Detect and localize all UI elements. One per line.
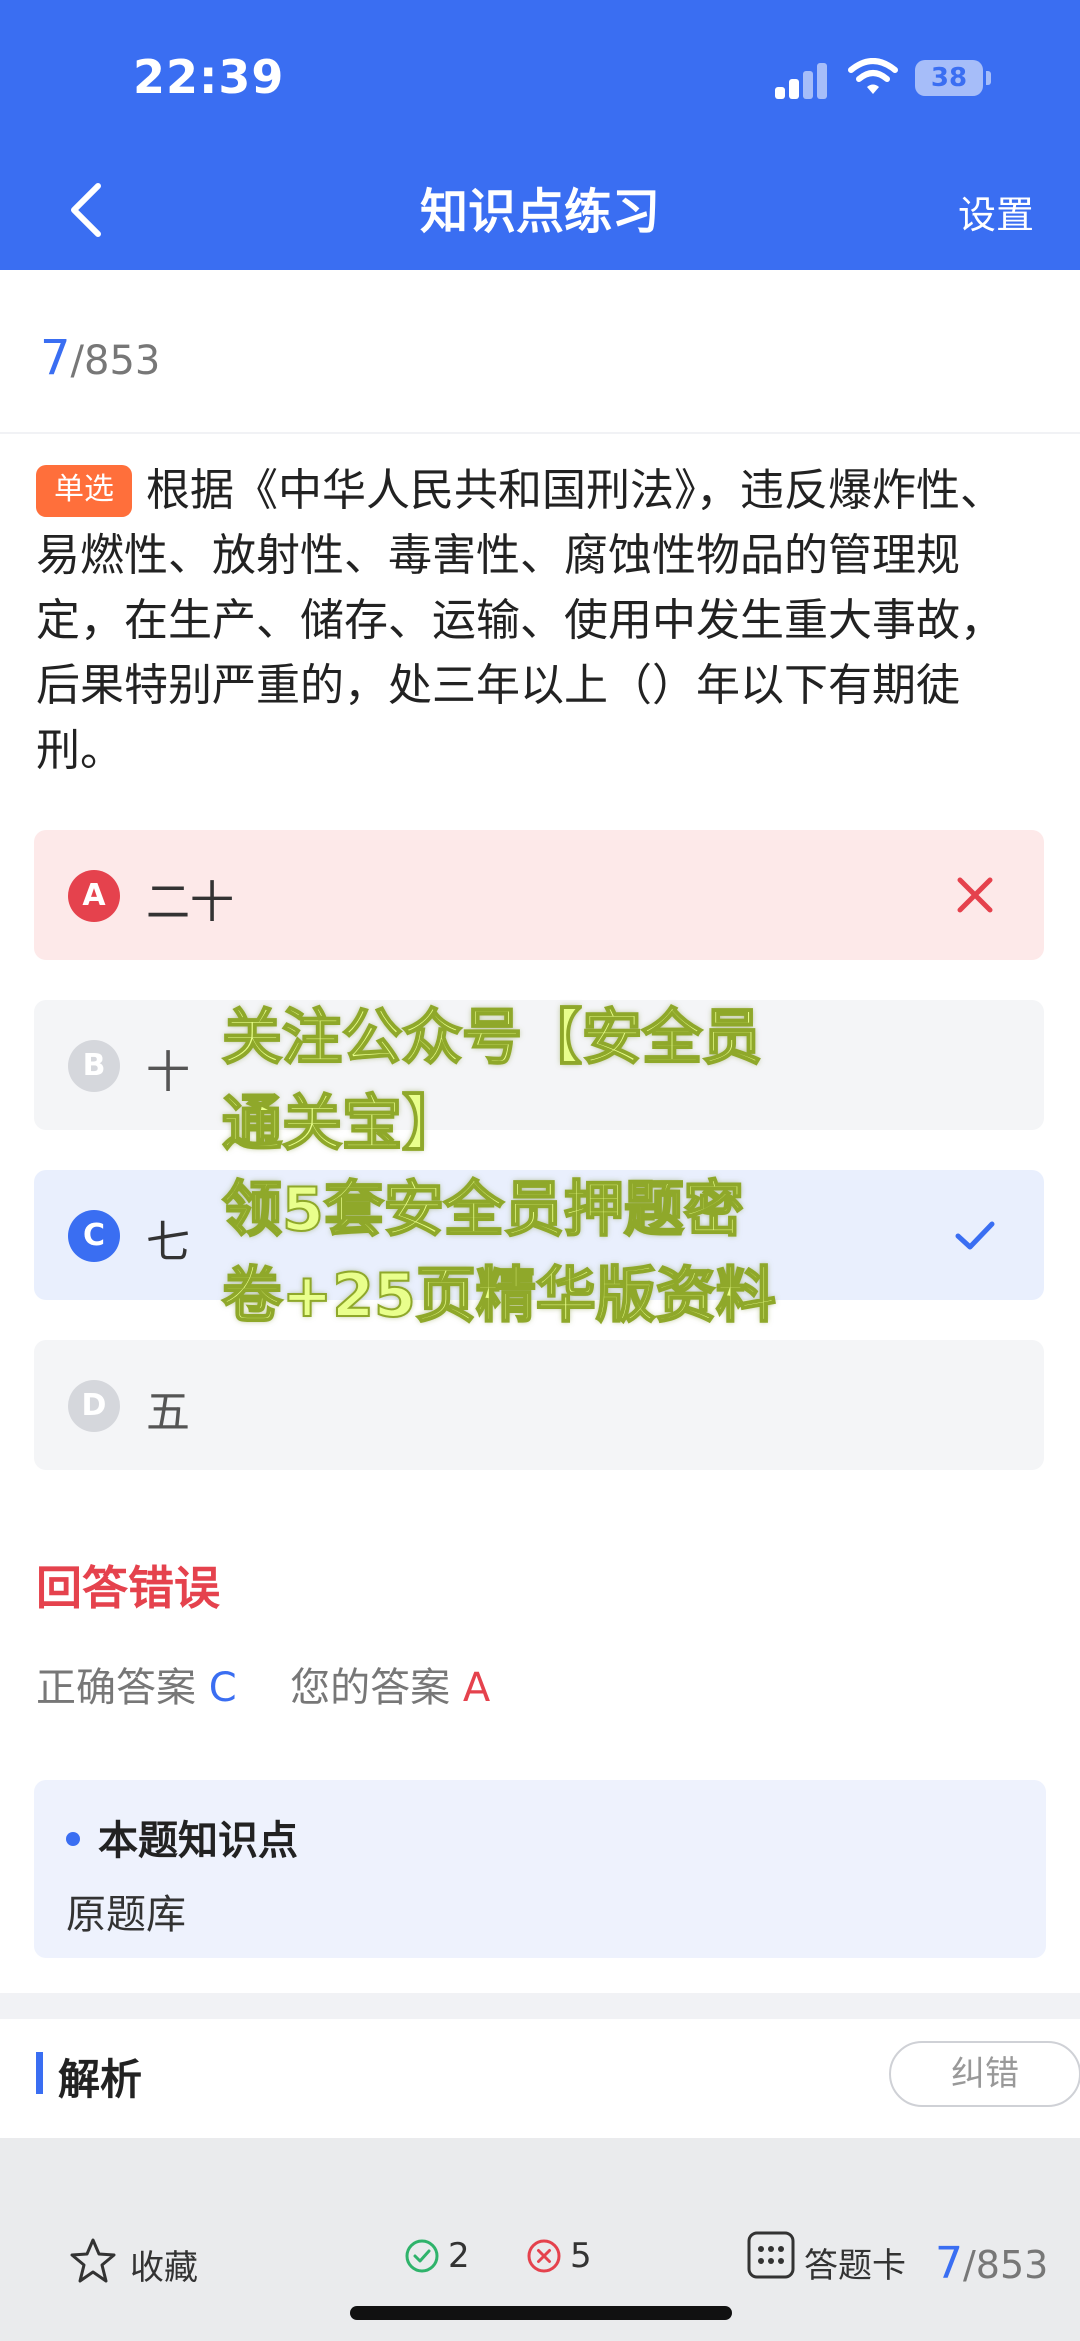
wrong-count-value: 5 <box>570 2236 592 2276</box>
question-text: 根据《中华人民共和国刑法》，违反爆炸性、易燃性、放射性、毒害性、腐蚀性物品的管理… <box>36 465 1004 776</box>
watermark-line: 关注公众号【安全员 <box>221 1002 763 1074</box>
option-text: 十 <box>146 1047 190 1098</box>
option-text: 五 <box>146 1387 190 1438</box>
section-gap <box>0 1993 1080 2019</box>
correct-answer-label: 正确答案 <box>36 1665 196 1711</box>
correct-answer-value: C <box>208 1665 237 1711</box>
progress-current: 7 <box>40 330 71 386</box>
settings-button[interactable]: 设置 <box>958 184 1034 239</box>
bottom-progress: 7/853 <box>935 2238 1048 2289</box>
section-accent-bar <box>36 2052 43 2094</box>
question-progress: 7/853 <box>40 330 160 386</box>
question-type-tag: 单选 <box>36 465 132 517</box>
option-a[interactable]: A 二十 <box>34 830 1044 960</box>
favorite-label: 收藏 <box>130 2248 198 2288</box>
correct-count-value: 2 <box>448 2236 470 2276</box>
watermark-line: 通关宝】 <box>221 1088 463 1160</box>
option-d[interactable]: D 五 <box>34 1340 1044 1470</box>
watermark-line: 卷+25页精华版资料 <box>221 1260 777 1332</box>
option-letter: B <box>68 1040 120 1092</box>
progress-total: /853 <box>70 338 161 384</box>
status-time: 22:39 <box>133 50 285 104</box>
bottom-progress-current: 7 <box>935 2238 963 2289</box>
answer-card-label: 答题卡 <box>804 2246 906 2286</box>
status-bar: 22:39 38 <box>0 0 1080 150</box>
promo-watermark: 关注公众号【安全员 通关宝】 领5套安全员押题密 卷+25页精华版资料 <box>221 995 922 1339</box>
battery-tip <box>986 71 991 85</box>
star-icon <box>70 2238 116 2283</box>
nav-bar: 知识点练习 设置 <box>0 150 1080 270</box>
battery-icon: 38 <box>915 60 983 96</box>
option-text: 七 <box>146 1217 190 1268</box>
bottom-progress-total: /853 <box>963 2243 1049 2287</box>
grid-icon <box>747 2231 795 2279</box>
analysis-title: 解析 <box>58 2055 143 2104</box>
knowledge-point-value: 原题库 <box>66 1892 186 1938</box>
option-text: 二十 <box>146 877 234 928</box>
correct-circle-icon <box>405 2239 439 2273</box>
knowledge-point-box: 本题知识点 原题库 <box>34 1780 1046 1958</box>
answer-summary: 正确答案 C 您的答案 A <box>36 1655 490 1713</box>
knowledge-point-title: 本题知识点 <box>98 1818 298 1864</box>
home-indicator[interactable] <box>350 2306 732 2320</box>
report-error-button[interactable]: 纠错 <box>889 2041 1080 2107</box>
option-letter: C <box>68 1210 120 1262</box>
bullet-dot <box>66 1832 80 1846</box>
watermark-line: 领5套安全员押题密 <box>221 1174 745 1246</box>
your-answer-label: 您的答案 <box>290 1665 451 1711</box>
divider <box>0 432 1080 434</box>
check-icon <box>955 1221 995 1250</box>
question-stem: 单选 根据《中华人民共和国刑法》，违反爆炸性、易燃性、放射性、毒害性、腐蚀性物品的… <box>36 458 1036 783</box>
wifi-icon <box>848 58 898 94</box>
page-title: 知识点练习 <box>419 184 660 240</box>
wrong-cross-icon <box>957 877 993 913</box>
your-answer-value: A <box>462 1665 491 1711</box>
result-title: 回答错误 <box>36 1561 220 1615</box>
option-letter: D <box>68 1380 120 1432</box>
cellular-signal-icon <box>775 63 829 99</box>
wrong-circle-icon <box>527 2239 561 2273</box>
option-letter: A <box>68 870 120 922</box>
